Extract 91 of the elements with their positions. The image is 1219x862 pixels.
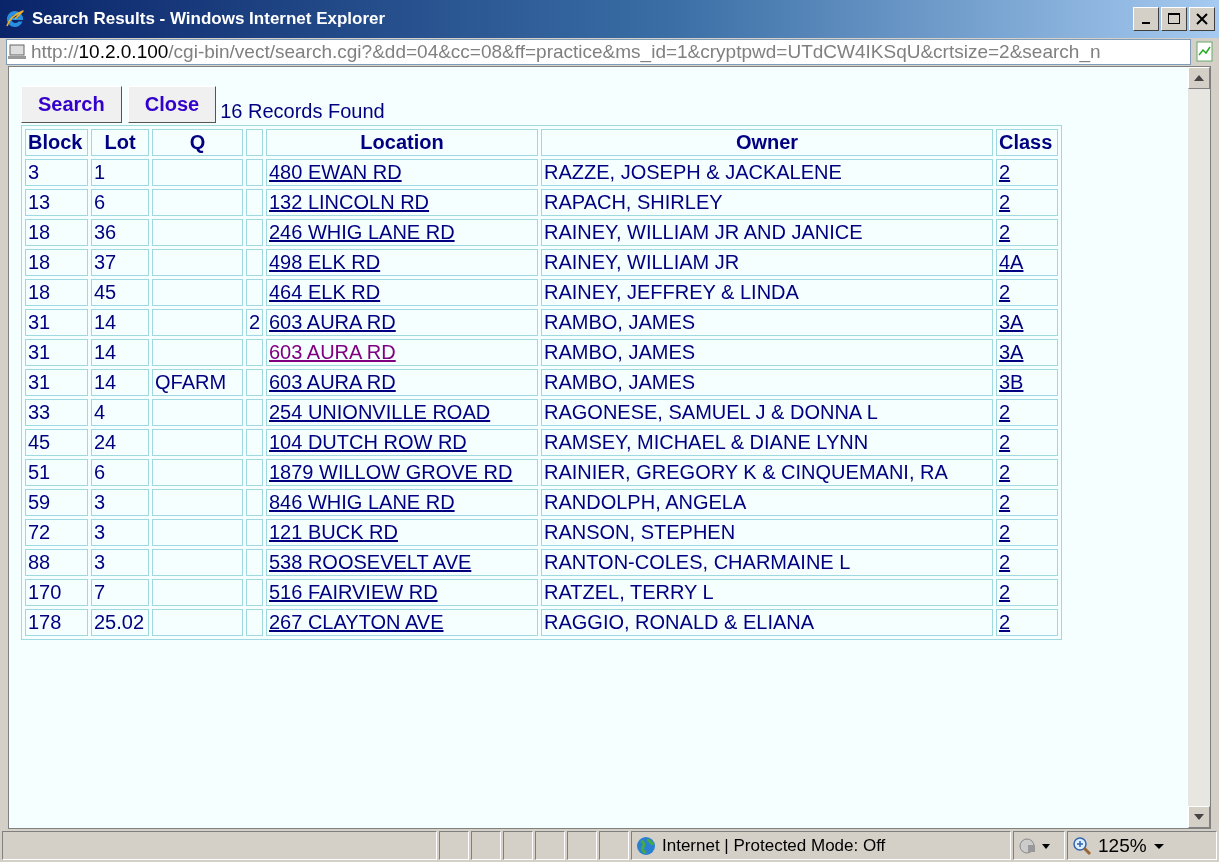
table-cell: 2 bbox=[249, 311, 261, 333]
table-cell: 37 bbox=[94, 251, 117, 273]
table-cell: 18 bbox=[28, 281, 51, 303]
status-pane bbox=[503, 831, 533, 860]
scroll-down-icon[interactable] bbox=[1188, 806, 1210, 828]
scroll-up-icon[interactable] bbox=[1188, 67, 1210, 89]
records-count: 16 Records Found bbox=[220, 100, 385, 123]
security-zone-text: Internet | Protected Mode: Off bbox=[662, 835, 886, 856]
scrollbar[interactable] bbox=[1188, 67, 1210, 828]
class-link[interactable]: 2 bbox=[999, 521, 1011, 543]
table-cell: 3 bbox=[94, 551, 106, 573]
close-page-button[interactable]: Close bbox=[127, 86, 217, 123]
class-link[interactable]: 2 bbox=[999, 221, 1011, 243]
table-cell: RAMBO, JAMES bbox=[544, 371, 696, 393]
class-link[interactable]: 2 bbox=[999, 161, 1011, 183]
table-cell: RAMBO, JAMES bbox=[544, 311, 696, 333]
close-button[interactable] bbox=[1189, 7, 1215, 31]
browser-logo-icon bbox=[4, 8, 26, 30]
maximize-button[interactable] bbox=[1161, 7, 1187, 31]
table-cell: RAINIER, GREGORY K & CINQUEMANI, RA bbox=[544, 461, 948, 483]
status-pane bbox=[567, 831, 597, 860]
class-link[interactable]: 2 bbox=[999, 581, 1011, 603]
table-cell: 178 bbox=[28, 611, 62, 633]
class-link[interactable]: 2 bbox=[999, 461, 1011, 483]
table-cell: 31 bbox=[28, 311, 51, 333]
table-cell: RANDOLPH, ANGELA bbox=[544, 491, 747, 513]
table-cell: RAINEY, JEFFREY & LINDA bbox=[544, 281, 799, 303]
minimize-icon bbox=[1142, 22, 1150, 24]
table-cell: 170 bbox=[28, 581, 62, 603]
table-cell: QFARM bbox=[155, 371, 227, 393]
table-cell: RAPACH, SHIRLEY bbox=[544, 191, 723, 213]
column-header[interactable]: Q bbox=[189, 131, 206, 153]
table-cell: 3 bbox=[94, 521, 106, 543]
table-cell: 3 bbox=[94, 491, 106, 513]
table-cell: RANTON-COLES, CHARMAINE L bbox=[544, 551, 851, 573]
class-link[interactable]: 2 bbox=[999, 401, 1011, 423]
table-cell: 72 bbox=[28, 521, 51, 543]
maximize-icon bbox=[1167, 12, 1181, 26]
table-cell: 7 bbox=[94, 581, 106, 603]
class-link[interactable]: 2 bbox=[999, 551, 1011, 573]
table-cell: 45 bbox=[28, 431, 51, 453]
search-button[interactable]: Search bbox=[21, 86, 122, 123]
table-cell: RAGGIO, RONALD & ELIANA bbox=[544, 611, 815, 633]
globe-icon bbox=[636, 835, 656, 856]
table-cell: 4 bbox=[94, 401, 106, 423]
table-cell: 14 bbox=[94, 311, 117, 333]
class-link[interactable]: 2 bbox=[999, 191, 1011, 213]
table-cell: RATZEL, TERRY L bbox=[544, 581, 714, 603]
table-cell: 18 bbox=[28, 251, 51, 273]
table-cell: 6 bbox=[94, 191, 106, 213]
table-cell: RAGONESE, SAMUEL J & DONNA L bbox=[544, 401, 878, 423]
status-pane bbox=[599, 831, 629, 860]
table-cell: RAMSEY, MICHAEL & DIANE LYNN bbox=[544, 431, 869, 453]
class-link[interactable]: 2 bbox=[999, 281, 1011, 303]
table-cell: 14 bbox=[94, 371, 117, 393]
table-cell: 88 bbox=[28, 551, 51, 573]
class-link[interactable]: 2 bbox=[999, 491, 1011, 513]
table-cell: 33 bbox=[28, 401, 51, 423]
table-cell: 59 bbox=[28, 491, 51, 513]
class-link[interactable]: 2 bbox=[999, 431, 1011, 453]
table-cell: RAINEY, WILLIAM JR AND JANICE bbox=[544, 221, 863, 243]
zoom-icon bbox=[1072, 835, 1092, 856]
page-icon bbox=[7, 43, 27, 61]
table-cell: 13 bbox=[28, 191, 51, 213]
security-status-icon[interactable] bbox=[1018, 836, 1052, 855]
table-cell: 25.02 bbox=[94, 611, 145, 633]
class-link[interactable]: 2 bbox=[999, 611, 1011, 633]
table-cell: 3 bbox=[28, 161, 40, 183]
column-header[interactable]: Owner bbox=[735, 131, 799, 153]
table-cell: RAMBO, JAMES bbox=[544, 341, 696, 363]
table-cell: RANSON, STEPHEN bbox=[544, 521, 736, 543]
status-pane bbox=[439, 831, 469, 860]
table-cell: 31 bbox=[28, 341, 51, 363]
table-cell: 36 bbox=[94, 221, 117, 243]
minimize-button[interactable] bbox=[1133, 7, 1159, 31]
table-cell: RAZZE, JOSEPH & JACKALENE bbox=[544, 161, 842, 183]
table-cell: 24 bbox=[94, 431, 117, 453]
table-cell: 51 bbox=[28, 461, 51, 483]
table-cell: 14 bbox=[94, 341, 117, 363]
status-pane bbox=[471, 831, 501, 860]
close-icon bbox=[1195, 12, 1209, 26]
status-pane bbox=[535, 831, 565, 860]
table-cell: 6 bbox=[94, 461, 106, 483]
window-title: Search Results - Windows Internet Explorer bbox=[32, 9, 387, 29]
table-cell: 31 bbox=[28, 371, 51, 393]
table-cell: RAINEY, WILLIAM JR bbox=[544, 251, 740, 273]
table-cell: 45 bbox=[94, 281, 117, 303]
table-cell: 18 bbox=[28, 221, 51, 243]
url-text: http://10.2.0.100/cgi-bin/vect/search.cgi?&dd=04&cc=08&ff=practice&ms_id=1&cryptpwd=UTdCW4IKSqU&crtsize=2&search_n bbox=[31, 41, 1101, 63]
address-field[interactable]: http://10.2.0.100/cgi-bin/vect/search.cgi?&dd=04&cc=08&ff=practice&ms_id=1&cryptpwd=UTdCW4IKSqU&crtsize=2&search_n bbox=[6, 39, 1191, 65]
table-cell: 1 bbox=[94, 161, 106, 183]
